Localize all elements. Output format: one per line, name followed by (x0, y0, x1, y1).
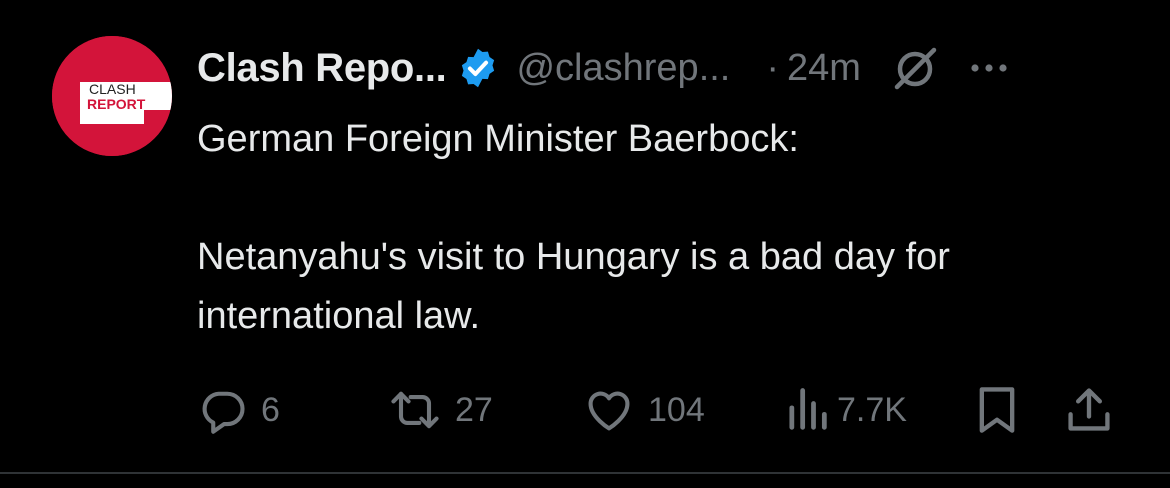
tweet-text-line: German Foreign Minister Baerbock: (197, 118, 799, 160)
views-icon (785, 384, 829, 436)
divider (0, 472, 1170, 474)
tweet-text: German Foreign Minister Baerbock: Netany… (197, 110, 1137, 346)
avatar-text-clash: CLASH (89, 81, 136, 97)
more-icon[interactable] (967, 46, 1011, 90)
timestamp[interactable]: 24m (787, 47, 861, 90)
repost-count: 27 (455, 390, 493, 429)
reply-button[interactable]: 6 (197, 380, 280, 440)
action-bar: 6 27 104 7.7K (197, 380, 1127, 440)
repost-button[interactable]: 27 (387, 380, 493, 440)
share-icon (1065, 384, 1113, 436)
bookmark-icon (975, 384, 1019, 436)
tweet[interactable]: CLASH REPORT Clash Repo... @clashrep... … (0, 0, 1170, 488)
avatar[interactable]: CLASH REPORT (52, 36, 172, 156)
verified-badge-icon (456, 46, 500, 90)
like-button[interactable]: 104 (582, 380, 705, 440)
like-icon (582, 384, 636, 436)
bookmark-button[interactable] (975, 380, 1019, 440)
tweet-text-line: Netanyahu's visit to Hungary is a bad da… (197, 236, 950, 278)
tweet-text-line: international law. (197, 295, 481, 337)
reply-count: 6 (261, 390, 280, 429)
tweet-header: Clash Repo... @clashrep... · 24m (197, 38, 1127, 98)
share-button[interactable] (1065, 380, 1113, 440)
repost-icon (387, 384, 443, 436)
grok-icon[interactable] (889, 42, 941, 94)
views-count: 7.7K (837, 390, 907, 429)
reply-icon (197, 384, 249, 436)
separator-dot: · (766, 46, 780, 89)
avatar-text-report: REPORT (87, 96, 146, 112)
handle[interactable]: @clashrep... (516, 47, 730, 90)
display-name[interactable]: Clash Repo... (197, 46, 447, 91)
views-button[interactable]: 7.7K (785, 380, 907, 440)
like-count: 104 (648, 390, 705, 429)
